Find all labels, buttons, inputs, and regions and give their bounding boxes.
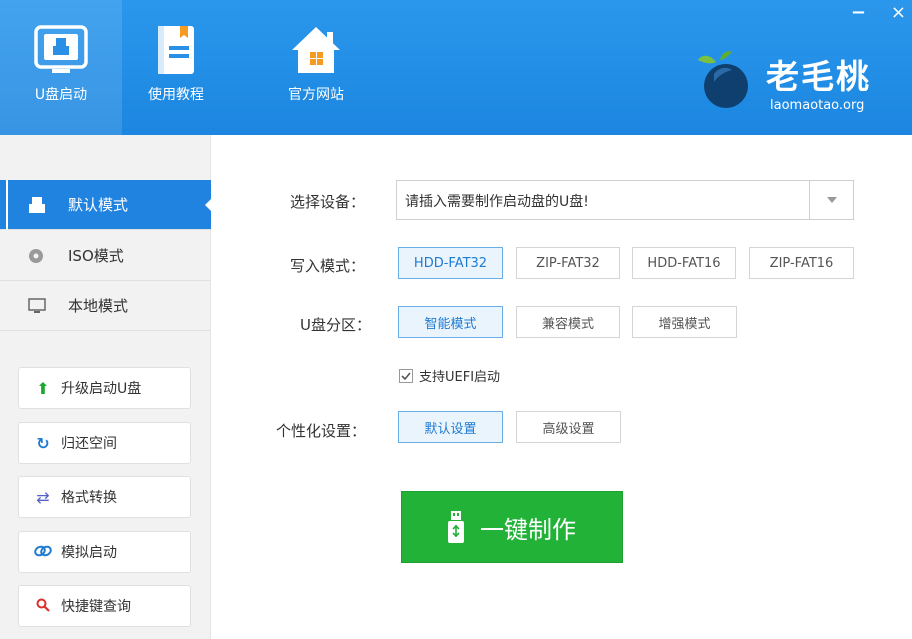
- tab-website[interactable]: 官方网站: [262, 0, 370, 135]
- close-button[interactable]: ×: [891, 2, 906, 24]
- refresh-icon: ↻: [36, 433, 50, 453]
- personalize-default[interactable]: 默认设置: [398, 411, 503, 443]
- uefi-checkbox[interactable]: 支持UEFI启动: [399, 366, 500, 385]
- partition-label: U盘分区：: [300, 316, 371, 334]
- partition-smart-mode[interactable]: 智能模式: [398, 306, 503, 338]
- usb-drive-icon: [28, 196, 62, 214]
- one-click-make-label: 一键制作: [480, 515, 576, 544]
- personalize-label: 个性化设置：: [276, 422, 367, 440]
- sidebar-item-local-mode[interactable]: 本地模式: [0, 281, 211, 331]
- sidebar-item-iso-mode[interactable]: ISO模式: [0, 231, 211, 281]
- monitor-icon: [28, 297, 62, 314]
- uefi-label: 支持UEFI启动: [419, 370, 501, 385]
- home-icon: [286, 20, 346, 80]
- restore-space-button[interactable]: ↻ 归还空间: [18, 422, 191, 464]
- default-mode-label: 默认模式: [68, 196, 129, 214]
- device-label: 选择设备：: [290, 193, 366, 211]
- hotkey-lookup-button[interactable]: 快捷键查询: [18, 585, 191, 627]
- write-mode-hdd-fat16[interactable]: HDD-FAT16: [632, 247, 736, 279]
- iso-mode-label: ISO模式: [68, 247, 124, 265]
- write-mode-hdd-fat32[interactable]: HDD-FAT32: [398, 247, 503, 279]
- brand-url: laomaotao.org: [770, 98, 865, 113]
- write-mode-zip-fat16[interactable]: ZIP-FAT16: [749, 247, 854, 279]
- sidebar-item-default-mode[interactable]: 默认模式: [0, 180, 212, 230]
- local-mode-label: 本地模式: [68, 297, 129, 315]
- hotkey-lookup-label: 快捷键查询: [61, 599, 131, 615]
- search-icon: [33, 597, 53, 616]
- upgrade-usb-label: 升级启动U盘: [61, 381, 142, 397]
- usb-monitor-icon: [31, 20, 91, 80]
- arrow-up-icon: ⬆: [36, 378, 50, 398]
- link-icon: [33, 543, 53, 562]
- tab-tutorial-label: 使用教程: [148, 87, 204, 103]
- write-mode-label: 写入模式：: [290, 257, 366, 275]
- brand-name: 老毛桃: [766, 57, 871, 96]
- partition-compat-mode[interactable]: 兼容模式: [516, 306, 620, 338]
- write-mode-zip-fat32[interactable]: ZIP-FAT32: [516, 247, 620, 279]
- format-convert-label: 格式转换: [61, 490, 117, 506]
- device-select[interactable]: 请插入需要制作启动盘的U盘!: [396, 180, 854, 220]
- personalize-advanced[interactable]: 高级设置: [516, 411, 621, 443]
- usb-stick-icon: [448, 511, 464, 543]
- checkmark-icon: [399, 368, 413, 383]
- simulate-boot-label: 模拟启动: [61, 545, 117, 561]
- chevron-down-icon[interactable]: [809, 181, 853, 219]
- restore-space-label: 归还空间: [61, 436, 117, 452]
- tab-usb-boot-label: U盘启动: [34, 87, 88, 103]
- one-click-make-button[interactable]: 一键制作: [401, 491, 623, 563]
- swap-icon: ⇄: [36, 487, 50, 507]
- simulate-boot-button[interactable]: 模拟启动: [18, 531, 191, 573]
- book-icon: [146, 20, 206, 80]
- tab-usb-boot[interactable]: U盘启动: [0, 0, 122, 135]
- title-bar: U盘启动 使用教程 官方网站 − × 老毛桃 laomaotao.org: [0, 0, 912, 135]
- sidebar: 默认模式 ISO模式 本地模式 ⬆ 升级启动U盘 ↻ 归还空间 ⇄ 格式转换 模…: [0, 135, 212, 639]
- device-select-value: 请插入需要制作启动盘的U盘!: [405, 194, 589, 210]
- disc-icon: [28, 248, 62, 264]
- partition-enhanced-mode[interactable]: 增强模式: [632, 306, 737, 338]
- format-convert-button[interactable]: ⇄ 格式转换: [18, 476, 191, 518]
- tab-website-label: 官方网站: [288, 87, 344, 103]
- minimize-button[interactable]: −: [851, 2, 866, 24]
- tab-tutorial[interactable]: 使用教程: [126, 0, 226, 135]
- brand-logo: 老毛桃 laomaotao.org: [696, 36, 906, 118]
- upgrade-usb-button[interactable]: ⬆ 升级启动U盘: [18, 367, 191, 409]
- peach-icon: [696, 48, 758, 110]
